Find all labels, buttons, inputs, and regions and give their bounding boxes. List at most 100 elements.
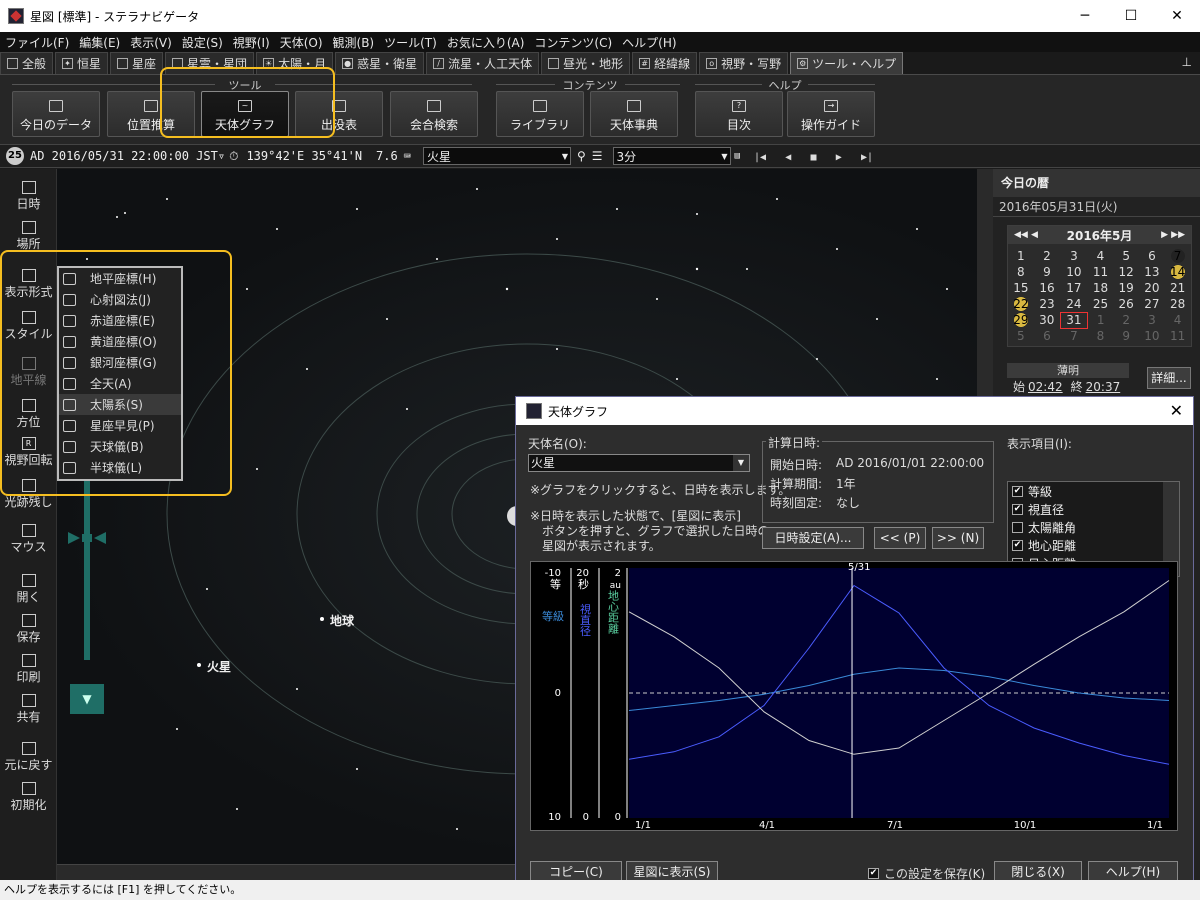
object-graph-chart[interactable]: -10 等 10 0 等級 20 秒 0 視直径 2 au 0 地心距離 5/3… [530,561,1178,831]
sidebar-item-trail[interactable]: 光跡残し [0,479,57,510]
sidebar-item-display-mode[interactable]: 表示形式 [0,269,57,300]
calendar-day-new-moon[interactable]: 7 [1164,248,1191,264]
calendar-day[interactable]: 11 [1165,328,1191,344]
rise-set-table-button[interactable]: 出没表 [295,91,383,137]
calendar-day[interactable]: 6 [1034,328,1061,344]
calendar-day[interactable]: 24 [1060,296,1087,312]
location-display[interactable]: 139°42'E 35°41'N [246,149,362,163]
menu-help[interactable]: ヘルプ(H) [617,34,681,51]
encyclopedia-button[interactable]: 天体事典 [590,91,678,137]
library-button[interactable]: ライブラリ [496,91,584,137]
calendar-day[interactable]: 18 [1088,280,1114,296]
sidebar-item-location[interactable]: 場所 [0,221,57,252]
sidebar-item-rotation[interactable]: R 視野回転 [0,437,57,468]
display-item-magnitude[interactable]: ✔ 等級 [1008,482,1179,500]
calendar-day[interactable]: 30 [1034,312,1061,328]
calendar-day[interactable]: 25 [1088,296,1114,312]
calendar-prev-button[interactable]: ◀◀ ◀ [1014,230,1038,240]
tab-field-view[interactable]: o 視野・写野 [699,52,789,74]
play-icon[interactable]: ▶ [836,152,842,163]
mars-label[interactable]: 火星 [196,658,231,675]
tab-constellations[interactable]: 星座 [110,52,164,74]
time-step-select[interactable]: 3分 ▼ [612,147,731,165]
tab-tools-help[interactable]: ⚙ ツール・ヘルプ [790,52,904,74]
calendar-day-first-quarter[interactable]: 14 [1164,264,1191,280]
save-setting-checkbox[interactable]: ✔ [868,868,879,879]
calendar-day[interactable]: 27 [1139,296,1165,312]
search-icon[interactable]: ⚲ [577,149,586,163]
sidebar-item-horizon[interactable]: 地平線 [0,357,57,388]
calendar-day[interactable]: 17 [1060,280,1087,296]
menu-object[interactable]: 天体(O) [275,34,328,51]
menu-edit[interactable]: 編集(E) [74,34,125,51]
calendar-day[interactable]: 8 [1008,264,1034,280]
menu-favorites[interactable]: お気に入り(A) [442,34,530,51]
tab-daylight[interactable]: 昼光・地形 [541,52,631,74]
calendar-day[interactable]: 1 [1088,312,1114,328]
calendar-day[interactable]: 16 [1034,280,1061,296]
tab-general[interactable]: 全般 [0,52,54,74]
menu-settings[interactable]: 設定(S) [177,34,228,51]
calendar-day[interactable]: 10 [1139,328,1165,344]
calendar-day[interactable]: 3 [1060,248,1087,264]
menu-item-horizontal[interactable]: 地平座標(H) [59,268,181,289]
sidebar-item-share[interactable]: 共有 [0,694,57,725]
calendar-day[interactable]: 9 [1113,328,1139,344]
tab-planets[interactable]: ● 惑星・衛星 [335,52,425,74]
sidebar-item-save[interactable]: 保存 [0,614,57,645]
time-slider-handle[interactable] [68,530,106,546]
step-back-icon[interactable]: ◀ [785,152,791,163]
calendar-day[interactable]: 9 [1034,264,1061,280]
menu-contents[interactable]: コンテンツ(C) [529,34,617,51]
detail-button[interactable]: 詳細... [1147,367,1191,389]
menu-item-galactic[interactable]: 銀河座標(G) [59,352,181,373]
time-slider-track[interactable] [84,478,90,660]
menu-item-equatorial[interactable]: 赤道座標(E) [59,310,181,331]
calendar-day[interactable]: 6 [1139,248,1165,264]
clock-icon[interactable]: ⏱ [229,149,238,164]
display-item-geocentric-distance[interactable]: ✔ 地心距離 [1008,536,1179,554]
tab-sun-moon[interactable]: ☀ 太陽・月 [256,52,334,74]
calendar-day[interactable]: 23 [1034,296,1061,312]
menu-file[interactable]: ファイル(F) [0,34,74,51]
list-icon[interactable]: ☰ [592,149,603,163]
calendar-day[interactable]: 19 [1113,280,1139,296]
menu-observe[interactable]: 観測(B) [328,34,380,51]
chart-svg[interactable]: -10 等 10 0 等級 20 秒 0 視直径 2 au 0 地心距離 5/3… [531,562,1177,831]
todays-data-button[interactable]: 今日のデータ [12,91,100,137]
step-icon[interactable]: ▤ [735,151,740,161]
sidebar-item-undo[interactable]: 元に戻す [0,742,57,773]
object-search-select[interactable]: 火星 ▼ [422,147,571,165]
calendar-day-last-quarter[interactable]: 29 [1008,312,1034,328]
menu-field[interactable]: 視野(I) [228,34,275,51]
skip-back-icon[interactable]: |◀ [754,152,766,163]
tab-stars[interactable]: ✦ 恒星 [55,52,109,74]
sidebar-item-datetime[interactable]: 日時 [0,181,57,212]
calendar-day[interactable]: 10 [1060,264,1087,280]
display-item-elongation[interactable]: 太陽離角 [1008,518,1179,536]
contents-index-button[interactable]: ? 目次 [695,91,783,137]
calendar-day[interactable]: 2 [1113,312,1139,328]
calendar-day-full-moon[interactable]: 22 [1008,296,1034,312]
menu-view[interactable]: 表示(V) [125,34,177,51]
calendar-day[interactable]: 21 [1165,280,1191,296]
display-item-apparent-diameter[interactable]: ✔ 視直径 [1008,500,1179,518]
sidebar-item-direction[interactable]: 方位 [0,399,57,430]
sidebar-item-reset[interactable]: 初期化 [0,782,57,813]
object-graph-button[interactable]: ~ 天体グラフ [201,91,289,137]
calendar-day[interactable]: 7 [1060,328,1087,344]
calendar-day[interactable]: 2 [1034,248,1061,264]
menu-item-celestial-globe[interactable]: 天球儀(B) [59,436,181,457]
prev-period-button[interactable]: << (P) [874,527,926,549]
pin-icon[interactable]: ⊥ [1182,55,1192,69]
calendar-day[interactable]: 28 [1165,296,1191,312]
minimize-button[interactable]: ─ [1062,0,1108,32]
sidebar-item-style[interactable]: スタイル [0,311,57,342]
datetime-display[interactable]: AD 2016/05/31 22:00:00 JST▿ [30,149,225,163]
calendar-next-button[interactable]: ▶ ▶▶ [1161,230,1185,240]
calendar-day[interactable]: 1 [1008,248,1034,264]
checkbox[interactable] [1012,521,1023,533]
menu-item-hemisphere[interactable]: 半球儀(L) [59,457,181,478]
close-button[interactable]: ✕ [1154,0,1200,32]
checkbox[interactable]: ✔ [1012,539,1023,551]
